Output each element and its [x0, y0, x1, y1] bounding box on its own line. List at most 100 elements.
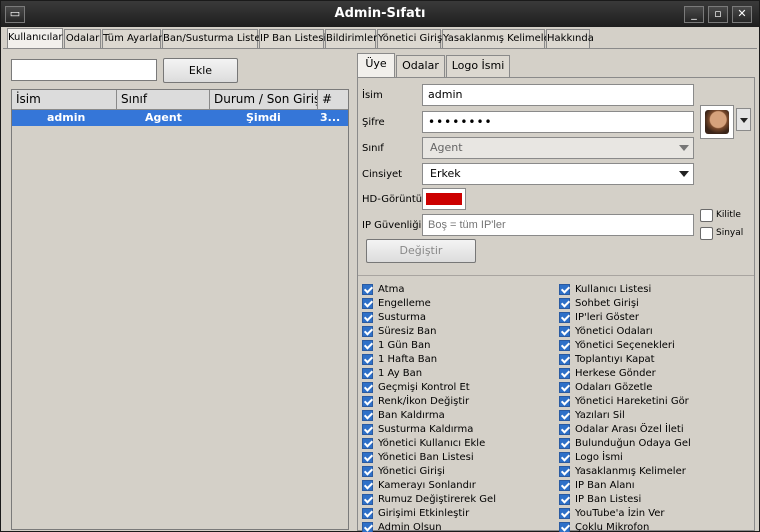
- tab-logo-ismi[interactable]: Logo İsmi: [446, 55, 510, 77]
- permission-checkbox[interactable]: [559, 494, 570, 505]
- permission-label: Odaları Gözetle: [575, 382, 653, 393]
- change-button[interactable]: Değiştir: [366, 239, 476, 263]
- permission-label: Engelleme: [378, 298, 431, 309]
- permission-checkbox[interactable]: [559, 312, 570, 323]
- permission-checkbox[interactable]: [559, 466, 570, 477]
- class-select-value: Agent: [430, 141, 463, 154]
- permission-checkbox[interactable]: [559, 480, 570, 491]
- permission-label: Girişimi Etkinleştir: [378, 508, 470, 519]
- permission-checkbox[interactable]: [559, 410, 570, 421]
- class-select[interactable]: Agent: [422, 137, 694, 159]
- maximize-button[interactable]: ▫: [708, 6, 728, 23]
- minimize-button[interactable]: _: [684, 6, 704, 23]
- permission-checkbox[interactable]: [362, 298, 373, 309]
- permission-checkbox[interactable]: [559, 424, 570, 435]
- tab-tum-ayarlar[interactable]: Tüm Ayarlar: [102, 29, 162, 48]
- tab-ban-susturma-listesi[interactable]: Ban/Susturma Listesi: [162, 29, 268, 48]
- permission-checkbox[interactable]: [362, 382, 373, 393]
- name-field[interactable]: admin: [422, 84, 694, 106]
- tab-uye[interactable]: Üye: [357, 53, 395, 77]
- permission-checkbox[interactable]: [362, 326, 373, 337]
- window-title: Admin-Sıfatı: [334, 6, 426, 21]
- permission-label: Yönetici Kullanıcı Ekle: [378, 438, 486, 449]
- permission-checkbox[interactable]: [362, 396, 373, 407]
- avatar[interactable]: [700, 105, 734, 139]
- tab-uye-odalar[interactable]: Odalar: [396, 55, 445, 77]
- tab-ip-ban-listesi[interactable]: IP Ban Listesi: [259, 29, 326, 48]
- permission-checkbox[interactable]: [362, 466, 373, 477]
- permission-label: Bulunduğun Odaya Gel: [575, 438, 691, 449]
- column-header-status[interactable]: Durum / Son Giriş: [210, 90, 318, 110]
- tab-yonetici-girisi[interactable]: Yönetici Girişi: [377, 29, 445, 48]
- permission-checkbox[interactable]: [559, 368, 570, 379]
- permission-checkbox[interactable]: [362, 438, 373, 449]
- close-icon: ✕: [737, 7, 747, 20]
- column-header-name[interactable]: İsim: [12, 90, 117, 110]
- maximize-icon: ▫: [714, 7, 722, 20]
- tab-odalar[interactable]: Odalar: [64, 29, 101, 48]
- permission-checkbox[interactable]: [362, 452, 373, 463]
- permission-checkbox[interactable]: [362, 340, 373, 351]
- tab-yasaklanmis-kelimeler[interactable]: Yasaklanmış Kelimeler: [442, 29, 554, 48]
- permission-checkbox[interactable]: [559, 452, 570, 463]
- class-label: Sınıf: [362, 143, 384, 154]
- column-header-class[interactable]: Sınıf: [117, 90, 210, 110]
- permission-checkbox[interactable]: [362, 368, 373, 379]
- permission-label: 1 Gün Ban: [378, 340, 431, 351]
- permission-checkbox[interactable]: [362, 312, 373, 323]
- avatar-dropdown-button[interactable]: [736, 108, 751, 131]
- permission-checkbox[interactable]: [559, 396, 570, 407]
- user-search-input[interactable]: [11, 59, 157, 81]
- chevron-down-icon: [740, 118, 748, 123]
- permission-checkbox[interactable]: [362, 508, 373, 519]
- ip-security-input[interactable]: [422, 214, 694, 236]
- permission-label: Sohbet Girişi: [575, 298, 639, 309]
- tab-hakkinda[interactable]: Hakkında: [546, 29, 594, 48]
- user-table[interactable]: İsim Sınıf Durum / Son Giriş # admin Age…: [11, 89, 349, 530]
- hd-color-picker[interactable]: [422, 188, 466, 210]
- permission-checkbox[interactable]: [559, 438, 570, 449]
- title-bar[interactable]: ▭ Admin-Sıfatı _ ▫ ✕: [1, 1, 759, 27]
- permission-checkbox[interactable]: [362, 480, 373, 491]
- permission-checkbox[interactable]: [559, 522, 570, 532]
- permission-label: Rumuz Değiştirerek Gel: [378, 494, 496, 505]
- permission-label: YouTube'a İzin Ver: [575, 508, 665, 519]
- permission-checkbox[interactable]: [362, 354, 373, 365]
- gender-select-value: Erkek: [430, 167, 461, 180]
- lock-checkbox[interactable]: [700, 209, 713, 222]
- permission-label: Çoklu Mikrofon: [575, 522, 650, 532]
- permission-checkbox[interactable]: [559, 284, 570, 295]
- permission-label: Yönetici Girişi: [378, 466, 445, 477]
- gender-label: Cinsiyet: [362, 169, 403, 180]
- permission-checkbox[interactable]: [559, 382, 570, 393]
- permission-label: Admin Olsun: [378, 522, 442, 532]
- tab-kullanicilar[interactable]: Kullanıcılar: [7, 28, 63, 49]
- close-button[interactable]: ✕: [732, 6, 752, 23]
- name-label: İsim: [362, 90, 383, 101]
- add-user-button[interactable]: Ekle: [163, 58, 238, 83]
- hd-label: HD-Görüntü: [362, 194, 423, 205]
- signal-checkbox[interactable]: [700, 227, 713, 240]
- permission-checkbox[interactable]: [559, 326, 570, 337]
- permission-checkbox[interactable]: [559, 354, 570, 365]
- permission-label: IP Ban Listesi: [575, 494, 642, 505]
- permission-checkbox[interactable]: [559, 340, 570, 351]
- tab-bildirimler[interactable]: Bildirimler: [325, 29, 377, 48]
- permission-label: Toplantıyı Kapat: [575, 354, 655, 365]
- password-field[interactable]: ••••••••: [422, 111, 694, 133]
- permission-checkbox[interactable]: [362, 410, 373, 421]
- permission-label: Susturma Kaldırma: [378, 424, 474, 435]
- permission-checkbox[interactable]: [362, 284, 373, 295]
- permission-checkbox[interactable]: [362, 424, 373, 435]
- permissions-divider: [358, 275, 754, 276]
- permission-checkbox[interactable]: [559, 298, 570, 309]
- permission-checkbox[interactable]: [362, 522, 373, 532]
- permission-label: Süresiz Ban: [378, 326, 437, 337]
- permission-checkbox[interactable]: [362, 494, 373, 505]
- table-row[interactable]: admin Agent Şimdi 3...: [12, 110, 348, 126]
- gender-select[interactable]: Erkek: [422, 163, 694, 185]
- permission-label: Renk/İkon Değiştir: [378, 396, 470, 407]
- table-header: İsim Sınıf Durum / Son Giriş #: [12, 90, 348, 110]
- permission-checkbox[interactable]: [559, 508, 570, 519]
- column-header-number[interactable]: #: [318, 90, 348, 110]
